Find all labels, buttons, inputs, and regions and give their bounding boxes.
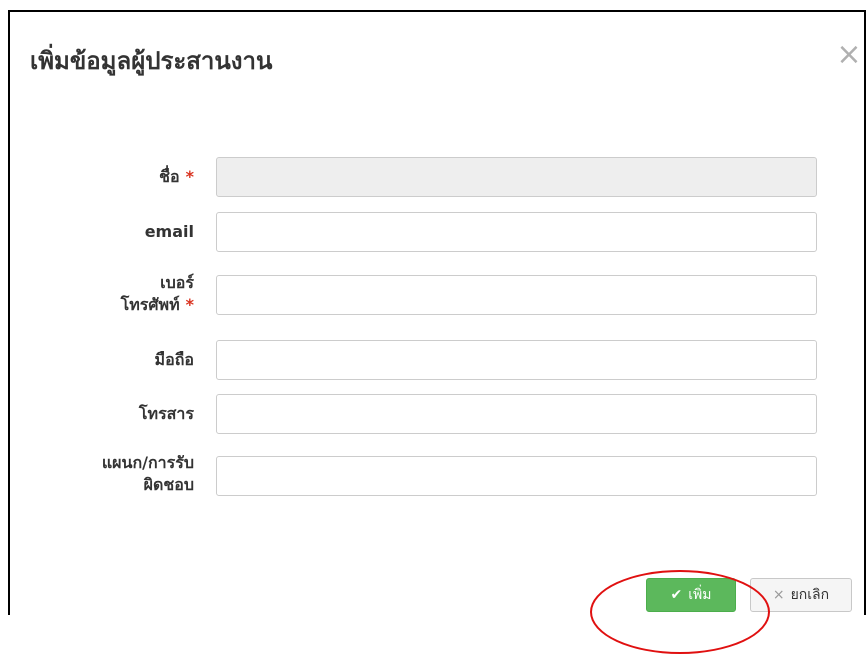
email-input[interactable] xyxy=(216,212,817,252)
modal-title: เพิ่มข้อมูลผู้ประสานงาน xyxy=(30,47,273,75)
form-row-fax: โทรสาร xyxy=(30,394,820,434)
cancel-button[interactable]: × ยกเลิก xyxy=(750,578,852,612)
check-icon: ✔ xyxy=(670,587,683,603)
fax-label: โทรสาร xyxy=(138,404,194,423)
close-icon: × xyxy=(772,587,785,603)
mobile-label: มือถือ xyxy=(154,350,194,369)
form-row-department: แผนก/การรับ ผิดชอบ xyxy=(30,452,820,502)
fax-input[interactable] xyxy=(216,394,817,434)
name-input[interactable] xyxy=(216,157,817,197)
cancel-button-label: ยกเลิก xyxy=(790,587,830,603)
department-input[interactable] xyxy=(216,456,817,496)
form-row-name: ชื่อ * xyxy=(30,157,820,197)
department-label: แผนก/การรับ ผิดชอบ xyxy=(101,453,194,494)
form-row-phone: เบอร์ โทรศัพท์ * xyxy=(30,272,820,322)
mobile-input[interactable] xyxy=(216,340,817,380)
name-label: ชื่อ * xyxy=(159,167,194,186)
form-row-mobile: มือถือ xyxy=(30,340,820,380)
required-mark: * xyxy=(185,295,194,314)
email-label: email xyxy=(144,222,194,241)
required-mark: * xyxy=(185,167,194,186)
add-button-label: เพิ่ม xyxy=(688,587,712,603)
close-icon[interactable]: × xyxy=(834,38,864,72)
add-button[interactable]: ✔ เพิ่ม xyxy=(646,578,736,612)
phone-label: เบอร์ โทรศัพท์ * xyxy=(120,273,194,314)
form-row-email: email xyxy=(30,212,820,252)
phone-input[interactable] xyxy=(216,275,817,315)
